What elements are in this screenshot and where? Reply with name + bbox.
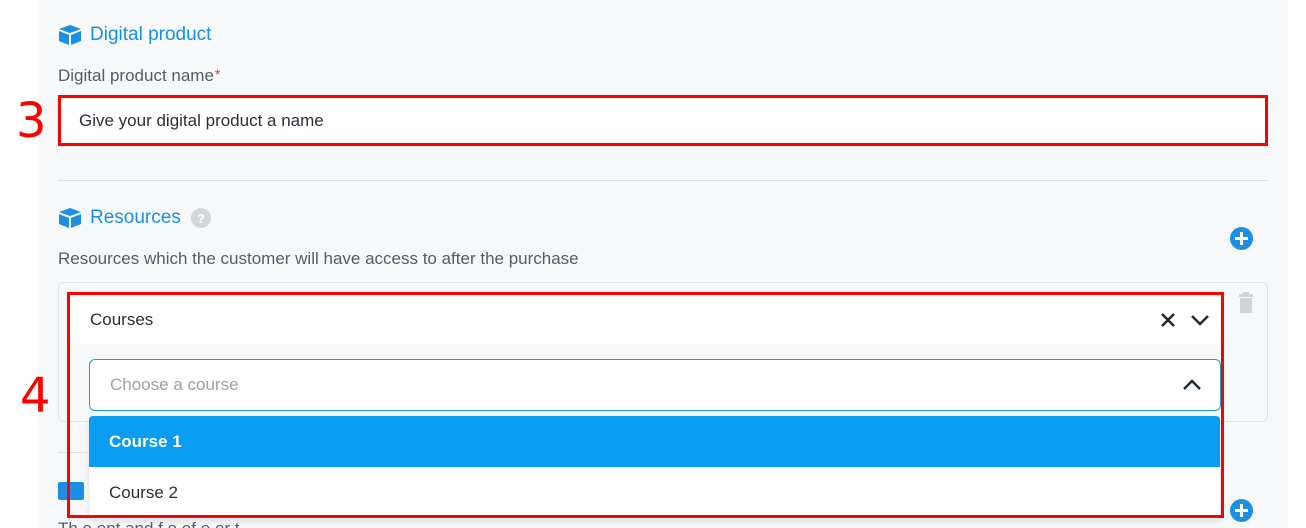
annotation-label-4: 4 xyxy=(20,368,51,424)
product-name-label: Digital product name* xyxy=(58,66,221,85)
digital-product-header: Digital product xyxy=(58,24,211,46)
add-item-button[interactable] xyxy=(1230,499,1253,522)
box-icon xyxy=(59,25,81,45)
annotation-box-3 xyxy=(58,95,1268,146)
box-icon xyxy=(59,208,81,228)
annotation-box-4 xyxy=(67,292,1224,518)
annotation-label-3: 3 xyxy=(16,93,47,149)
digital-product-title: Digital product xyxy=(90,24,212,45)
resources-header: Resources ? xyxy=(58,207,211,229)
add-resource-button[interactable] xyxy=(1230,227,1253,250)
trash-icon[interactable] xyxy=(1238,292,1254,314)
resources-title: Resources xyxy=(90,207,181,228)
add-icon xyxy=(1235,504,1248,517)
resources-description: Resources which the customer will have a… xyxy=(58,249,579,268)
required-mark: * xyxy=(214,66,221,82)
help-icon[interactable]: ? xyxy=(190,208,211,228)
next-section-description: Th e ent and f e of e er t xyxy=(58,519,239,528)
add-icon xyxy=(1235,232,1248,245)
section-divider xyxy=(58,180,1268,181)
